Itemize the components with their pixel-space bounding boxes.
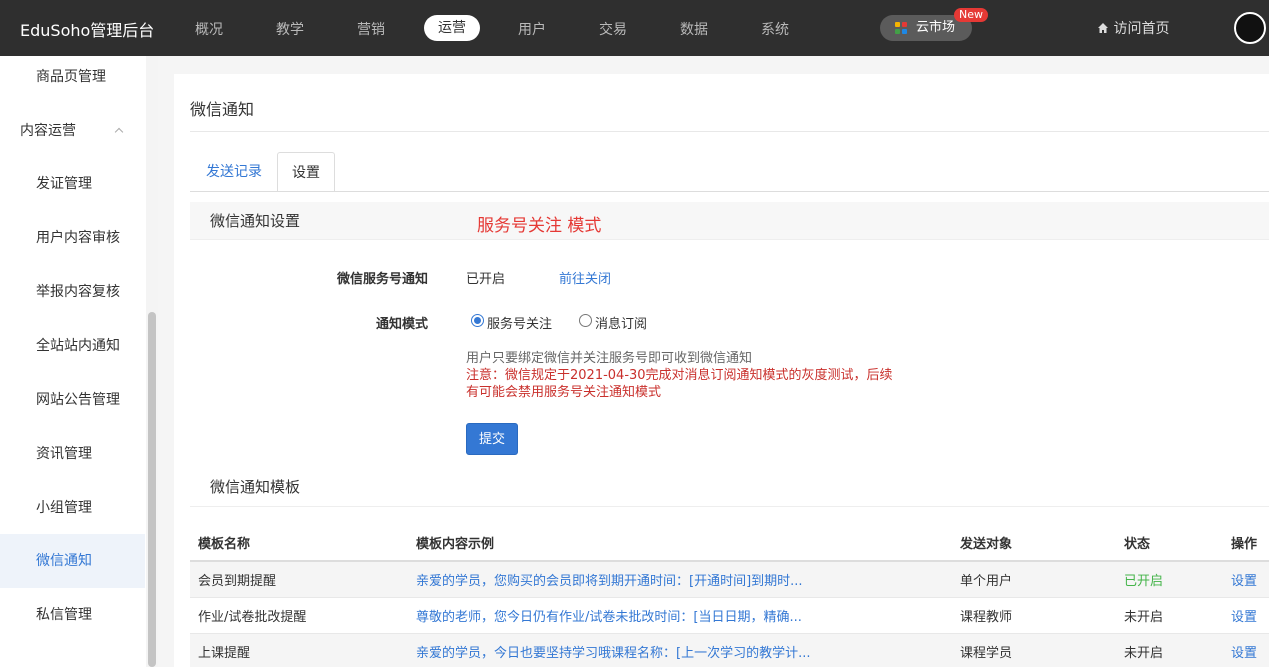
- status-badge: 已开启: [1116, 561, 1223, 598]
- sidebar-item-private-messages[interactable]: 私信管理: [0, 588, 145, 642]
- table-row: 作业/试卷批改提醒 尊敬的老师，您今日仍有作业/试卷未批改时间：[当日日期，精确…: [190, 597, 1269, 634]
- sidebar-item-groups[interactable]: 小组管理: [0, 481, 145, 535]
- submit-button[interactable]: 提交: [466, 423, 518, 455]
- template-example-link[interactable]: 亲爱的学员，您购买的会员即将到期开通时间：[开通时间]到期时...: [408, 561, 952, 598]
- col-action: 操作: [1223, 525, 1269, 562]
- visit-home-link[interactable]: 访问首页: [1097, 18, 1169, 38]
- table-row: 会员到期提醒 亲爱的学员，您购买的会员即将到期开通时间：[开通时间]到期时...…: [190, 561, 1269, 598]
- sidebar-item-report-review[interactable]: 举报内容复核: [0, 265, 145, 319]
- go-close-link[interactable]: 前往关闭: [559, 268, 611, 287]
- nav-overview[interactable]: 概况: [195, 19, 223, 39]
- sidebar: 商品页管理 内容运营 发证管理 用户内容审核 举报内容复核 全站站内通知 网站公…: [0, 56, 158, 667]
- col-template-name: 模板名称: [190, 525, 408, 562]
- send-target: 单个用户: [952, 561, 1116, 598]
- main-panel: 微信通知 发送记录 设置 微信通知设置 服务号关注 模式 微信服务号通知 已开启…: [174, 74, 1269, 667]
- home-icon: [1098, 23, 1108, 33]
- sidebar-item-product-pages[interactable]: 商品页管理: [0, 50, 145, 104]
- nav-trade[interactable]: 交易: [599, 19, 627, 39]
- help-text: 用户只要绑定微信并关注服务号即可收到微信通知 注意：微信规定于2021-04-3…: [466, 350, 926, 401]
- settings-section-header: 微信通知设置: [190, 202, 1269, 240]
- col-send-target: 发送对象: [952, 525, 1116, 562]
- tab-send-records[interactable]: 发送记录: [190, 152, 278, 192]
- nav-marketing[interactable]: 营销: [357, 19, 385, 39]
- tab-divider: [190, 191, 1269, 192]
- nav-operations[interactable]: 运营: [424, 15, 480, 41]
- sidebar-item-site-notice[interactable]: 全站站内通知: [0, 319, 145, 373]
- table-header-row: 模板名称 模板内容示例 发送对象 状态 操作: [190, 525, 1269, 562]
- send-target: 课程教师: [952, 597, 1116, 634]
- sidebar-item-articles[interactable]: 资讯管理: [0, 427, 145, 481]
- col-status: 状态: [1116, 525, 1223, 562]
- template-name: 作业/试卷批改提醒: [190, 597, 408, 634]
- nav-users[interactable]: 用户: [518, 19, 546, 39]
- service-notify-label: 微信服务号通知: [336, 272, 428, 287]
- template-name: 会员到期提醒: [190, 561, 408, 598]
- nav-data[interactable]: 数据: [680, 19, 708, 39]
- new-badge: New: [954, 8, 988, 22]
- nav-teaching[interactable]: 教学: [276, 19, 304, 39]
- page-title: 微信通知: [190, 100, 255, 119]
- settings-link[interactable]: 设置: [1223, 633, 1269, 667]
- status-badge: 未开启: [1116, 633, 1223, 667]
- sidebar-group-label: 内容运营: [20, 123, 76, 139]
- notify-mode-label: 通知模式: [375, 317, 428, 332]
- sidebar-item-certificates[interactable]: 发证管理: [0, 157, 145, 211]
- cloud-market-label: 云市场: [916, 20, 956, 35]
- sidebar-group-content-ops[interactable]: 内容运营: [0, 104, 145, 158]
- send-target: 课程学员: [952, 633, 1116, 667]
- apps-grid-icon: [895, 22, 907, 34]
- sidebar-item-announcements[interactable]: 网站公告管理: [0, 373, 145, 427]
- radio-service-follow[interactable]: [471, 314, 484, 327]
- tab-settings[interactable]: 设置: [277, 152, 335, 192]
- col-template-example: 模板内容示例: [408, 525, 952, 562]
- warning-line-2: 有可能会禁用服务号关注通知模式: [466, 385, 662, 400]
- sidebar-item-wechat-notify[interactable]: 微信通知: [0, 534, 145, 588]
- brand-logo[interactable]: EduSoho管理后台: [20, 17, 154, 41]
- status-badge: 未开启: [1116, 597, 1223, 634]
- template-example-link[interactable]: 亲爱的学员，今日也要坚持学习哦课程名称：[上一次学习的教学计...: [408, 633, 952, 667]
- nav-system[interactable]: 系统: [761, 19, 789, 39]
- settings-link[interactable]: 设置: [1223, 597, 1269, 634]
- sidebar-scrollbar-thumb[interactable]: [148, 312, 156, 667]
- template-section-header: 微信通知模板: [190, 467, 1269, 507]
- radio-service-follow-label[interactable]: 服务号关注: [487, 313, 552, 332]
- mode-annotation: 服务号关注 模式: [477, 216, 602, 236]
- top-navbar: EduSoho管理后台 概况 教学 营销 运营 用户 交易 数据 系统 云市场 …: [0, 0, 1269, 56]
- chevron-up-icon: [114, 127, 124, 137]
- help-line: 用户只要绑定微信并关注服务号即可收到微信通知: [466, 351, 753, 366]
- service-status: 已开启: [466, 272, 506, 287]
- warning-line-1: 注意：微信规定于2021-04-30完成对消息订阅通知模式的灰度测试，后续: [466, 368, 893, 383]
- radio-message-subscribe-label[interactable]: 消息订阅: [595, 313, 647, 332]
- title-divider: [190, 131, 1269, 132]
- table-row: 上课提醒 亲爱的学员，今日也要坚持学习哦课程名称：[上一次学习的教学计... 课…: [190, 633, 1269, 667]
- template-example-link[interactable]: 尊敬的老师，您今日仍有作业/试卷未批改时间：[当日日期，精确...: [408, 597, 952, 634]
- settings-link[interactable]: 设置: [1223, 561, 1269, 598]
- template-table: 模板名称 模板内容示例 发送对象 状态 操作 会员到期提醒 亲爱的学员，您购买的…: [190, 525, 1269, 667]
- radio-message-subscribe[interactable]: [579, 314, 592, 327]
- sidebar-item-content-review[interactable]: 用户内容审核: [0, 211, 145, 265]
- avatar[interactable]: [1234, 12, 1266, 44]
- visit-home-label: 访问首页: [1113, 21, 1170, 37]
- template-name: 上课提醒: [190, 633, 408, 667]
